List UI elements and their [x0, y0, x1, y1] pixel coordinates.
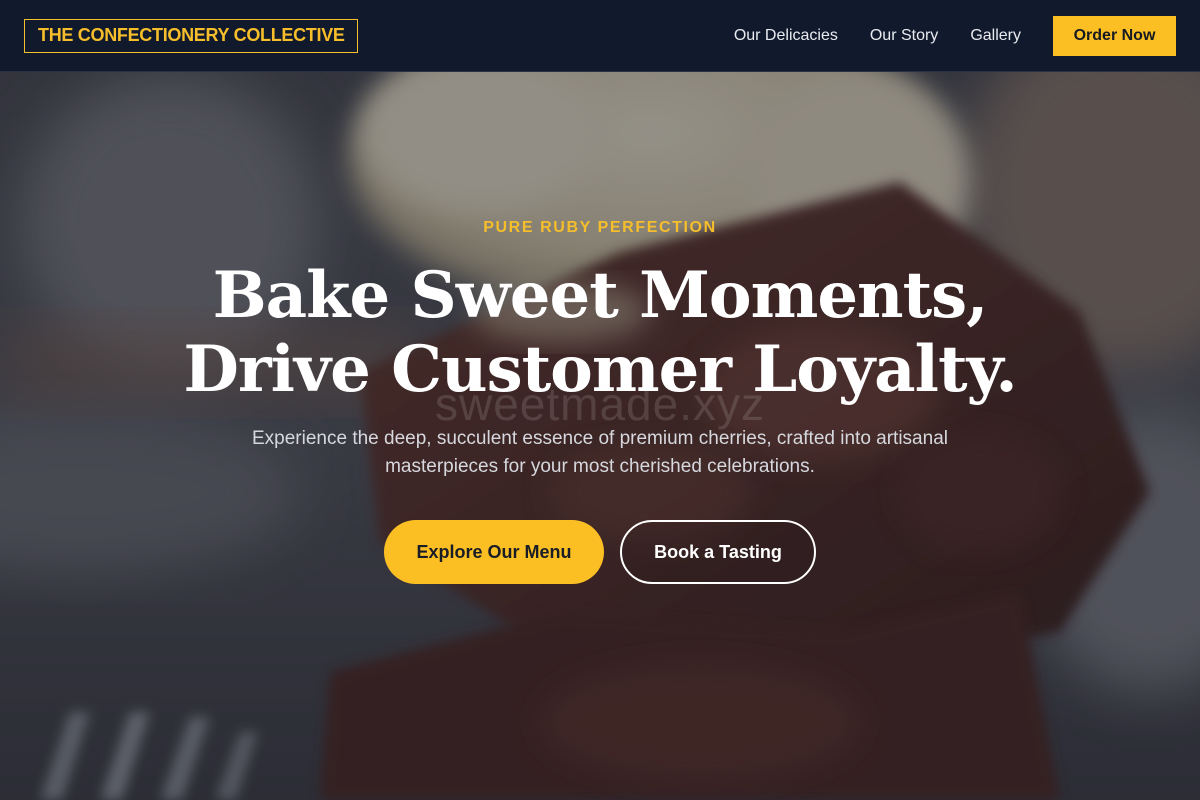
- hero-cta-row: Explore Our Menu Book a Tasting: [0, 520, 1200, 584]
- nav-links: Our Delicacies Our Story Gallery Order N…: [734, 15, 1176, 56]
- nav-link-our-story[interactable]: Our Story: [870, 27, 938, 45]
- explore-menu-button[interactable]: Explore Our Menu: [384, 520, 604, 584]
- brand-logo[interactable]: THE CONFECTIONERY COLLECTIVE: [24, 18, 358, 53]
- watermark-text: sweetmade.xyz: [434, 378, 765, 430]
- top-navbar: THE CONFECTIONERY COLLECTIVE Our Delicac…: [0, 0, 1200, 72]
- hero-content: PURE RUBY PERFECTION Bake Sweet Moments,…: [0, 72, 1200, 800]
- nav-link-gallery[interactable]: Gallery: [970, 27, 1021, 45]
- hero-headline-line-1: Bake Sweet Moments,: [212, 258, 989, 333]
- hero-eyebrow: PURE RUBY PERFECTION: [483, 219, 717, 236]
- book-tasting-button[interactable]: Book a Tasting: [620, 520, 816, 584]
- nav-link-our-delicacies[interactable]: Our Delicacies: [734, 27, 838, 45]
- order-now-button[interactable]: Order Now: [1053, 15, 1176, 56]
- hero-subtext: Experience the deep, succulent essence o…: [252, 428, 948, 477]
